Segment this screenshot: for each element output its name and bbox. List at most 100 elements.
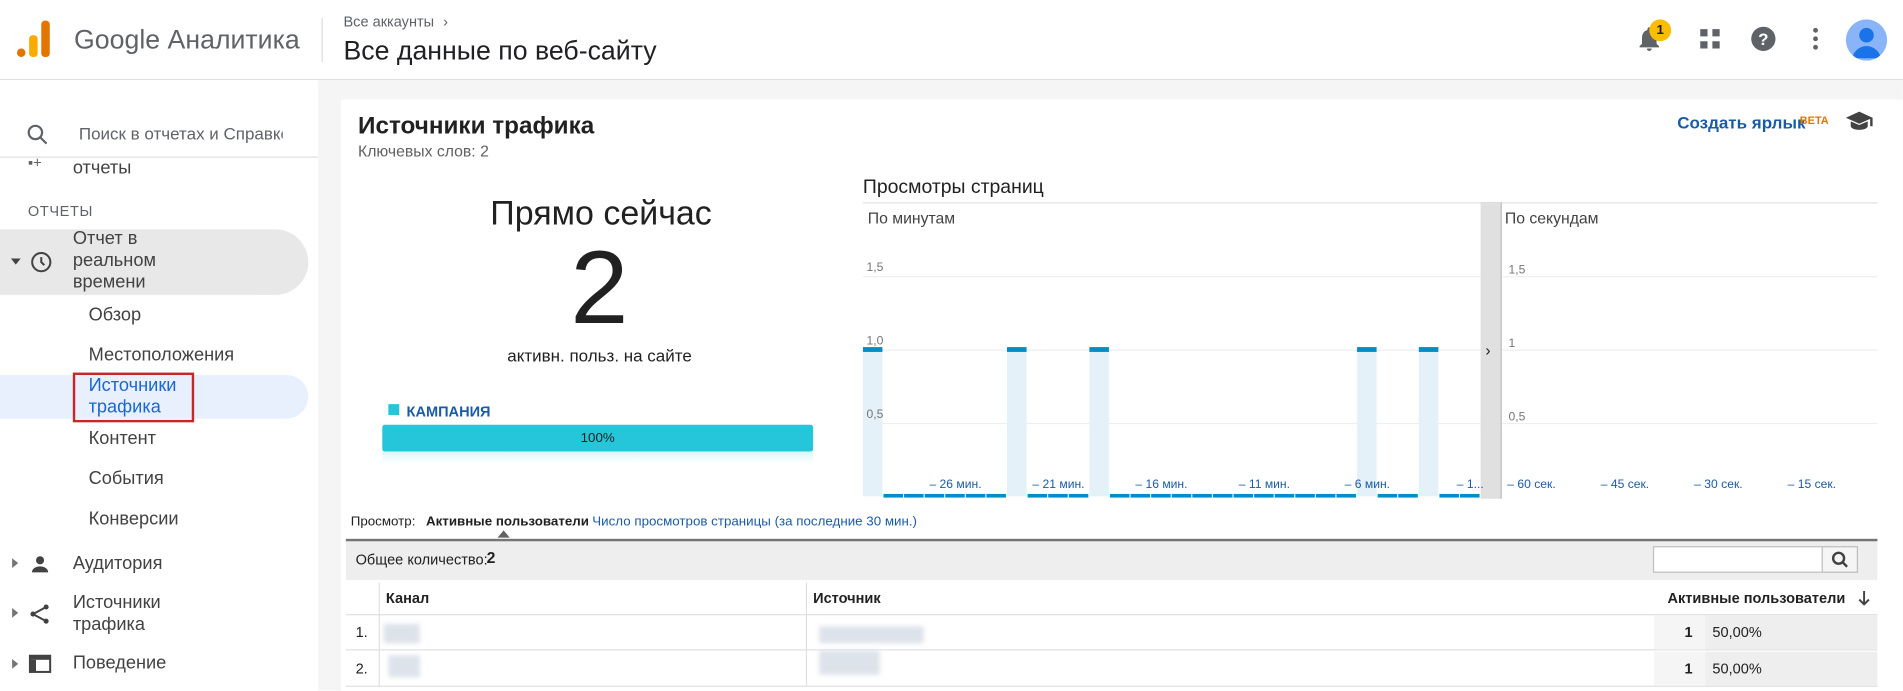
- active-users-caption: активн. польз. на сайте: [507, 345, 692, 366]
- search-icon: [1831, 551, 1848, 568]
- minute-bars: [862, 347, 1480, 498]
- minute-bar-zero: [986, 493, 1006, 498]
- redacted-channel: [388, 655, 420, 678]
- minute-bar-zero: [1233, 493, 1254, 498]
- minute-bar-zero: [1254, 493, 1274, 498]
- minute-bar: [862, 349, 883, 497]
- minute-bar-cap: [1418, 347, 1439, 352]
- sidebar-item-content[interactable]: Контент: [89, 428, 156, 450]
- x-tick-label: – 26 мин.: [929, 477, 981, 491]
- minute-bar-zero: [904, 493, 924, 498]
- graduation-cap-icon[interactable]: [1845, 109, 1874, 131]
- active-users-count: 2: [570, 229, 629, 346]
- tab-active-users[interactable]: Активные пользователи: [426, 515, 589, 530]
- minute-bar-zero: [1171, 493, 1192, 498]
- minute-bar-zero: [1212, 493, 1233, 498]
- sidebar-item-behavior[interactable]: Поведение: [73, 653, 167, 675]
- header-divider: [321, 18, 323, 62]
- minute-bar-zero: [1315, 493, 1336, 498]
- x-tick-label: – 1...: [1457, 477, 1484, 491]
- minute-bar: [1357, 349, 1377, 497]
- account-avatar[interactable]: [1845, 19, 1888, 61]
- minute-bar-zero: [1048, 493, 1068, 498]
- minute-bar-zero: [1439, 493, 1459, 498]
- breadcrumb-all-accounts[interactable]: Все аккаунты: [343, 13, 434, 30]
- minute-bar-zero: [1398, 493, 1418, 498]
- chevron-right-icon: ›: [443, 13, 448, 31]
- minute-bar-zero: [1027, 493, 1048, 498]
- caret-right-icon[interactable]: [12, 608, 19, 618]
- sidebar-item-locations[interactable]: Местоположения: [89, 345, 235, 367]
- second-yticks: 1,5 1 0,5: [1509, 263, 1526, 424]
- totals-bar: [345, 538, 1878, 581]
- sidebar-search[interactable]: Поиск в отчетах и Справке: [0, 97, 318, 158]
- sidebar-item-events[interactable]: События: [89, 468, 164, 490]
- legend-swatch: [388, 404, 400, 416]
- minute-bar-cap: [1357, 347, 1377, 352]
- column-channel[interactable]: Канал: [386, 590, 429, 607]
- table-search-input[interactable]: [1652, 546, 1823, 573]
- x-tick-label: – 30 сек.: [1694, 477, 1742, 491]
- view-selector[interactable]: Все данные по веб-сайту: [343, 35, 656, 67]
- page-title: Источники трафика: [358, 112, 595, 140]
- table-search-button[interactable]: [1821, 546, 1859, 573]
- row-value: 1: [1684, 660, 1693, 678]
- row-percent: 50,00%: [1712, 660, 1762, 678]
- notification-badge: 1: [1649, 19, 1672, 42]
- minute-bar-zero: [1109, 493, 1130, 498]
- minute-bar-zero: [883, 493, 904, 498]
- table-row[interactable]: [345, 615, 1878, 651]
- keywords-count: Ключевых слов: 2: [358, 141, 489, 161]
- sidebar-item-audience[interactable]: Аудитория: [73, 553, 163, 575]
- sidebar-item-overview[interactable]: Обзор: [89, 305, 142, 327]
- top-header: Google Аналитика Все аккаунты › Все данн…: [0, 0, 1903, 81]
- sidebar-item-acquisition[interactable]: Источники трафика: [73, 592, 182, 636]
- minute-bar-zero: [965, 493, 986, 498]
- x-tick-label: – 21 мин.: [1032, 477, 1084, 491]
- second-grid: [1502, 202, 1878, 425]
- clock-icon: [31, 252, 52, 273]
- value-cell-bg: [1654, 615, 1706, 650]
- more-vert-icon[interactable]: [1801, 24, 1830, 53]
- apps-grid-icon[interactable]: [1695, 24, 1724, 53]
- breadcrumb[interactable]: Все аккаунты ›: [343, 13, 447, 30]
- column-active-users[interactable]: Активные пользователи: [1667, 590, 1845, 607]
- pageviews-chart: › – 26 мин. – 21 мин. – 16 мин. – 11 мин. – …: [862, 202, 1878, 499]
- redacted-source: [819, 626, 924, 644]
- chevron-right-icon: ›: [1485, 343, 1490, 360]
- app-title[interactable]: Google Аналитика: [74, 24, 300, 56]
- per-minute-label: По минутам: [867, 208, 956, 227]
- redacted-source: [819, 650, 880, 675]
- minute-bar-zero: [1460, 493, 1480, 498]
- sidebar-item-conversions[interactable]: Конверсии: [89, 508, 179, 530]
- legend-campaign: КАМПАНИЯ: [406, 402, 491, 420]
- minute-bar-cap: [1007, 347, 1027, 352]
- per-second-label: По секундам: [1504, 208, 1599, 227]
- minute-bar-cap: [1089, 347, 1109, 352]
- person-icon: [1851, 27, 1882, 59]
- sidebar-item-traffic-sources[interactable]: Источники трафика: [89, 375, 192, 419]
- table-header: [345, 581, 1878, 616]
- minute-bar-zero: [1068, 493, 1089, 498]
- table-row[interactable]: [345, 652, 1878, 687]
- help-icon[interactable]: ?: [1749, 24, 1778, 53]
- x-tick-label: – 45 сек.: [1601, 477, 1649, 491]
- sort-arrow-down-icon[interactable]: [1857, 590, 1872, 607]
- sidebar-item-custom-reports[interactable]: отчеты: [73, 158, 131, 180]
- caret-right-icon[interactable]: [12, 658, 19, 669]
- beta-badge: BETA: [1799, 114, 1829, 127]
- x-tick-label: – 6 мин.: [1345, 477, 1390, 491]
- create-shortcut-link[interactable]: Создать ярлык: [1677, 113, 1805, 132]
- x-tick-label: – 11 мин.: [1239, 477, 1290, 491]
- minute-bar: [1089, 349, 1109, 497]
- x-tick-label: – 15 сек.: [1788, 477, 1836, 491]
- tab-pageviews[interactable]: Число просмотров страницы (за последние …: [592, 515, 917, 530]
- column-source[interactable]: Источник: [813, 590, 881, 607]
- y-tick-label: 0,5: [1509, 410, 1526, 424]
- second-xticks: – 60 сек. – 45 сек. – 30 сек. – 15 сек.: [1507, 477, 1836, 491]
- search-input[interactable]: Поиск в отчетах и Справке: [79, 124, 283, 143]
- analytics-logo-icon[interactable]: [16, 20, 51, 58]
- caret-right-icon[interactable]: [12, 558, 19, 568]
- sidebar-item-realtime-label[interactable]: Отчет в реальном времени: [73, 228, 194, 294]
- row-number: 2.: [355, 660, 368, 678]
